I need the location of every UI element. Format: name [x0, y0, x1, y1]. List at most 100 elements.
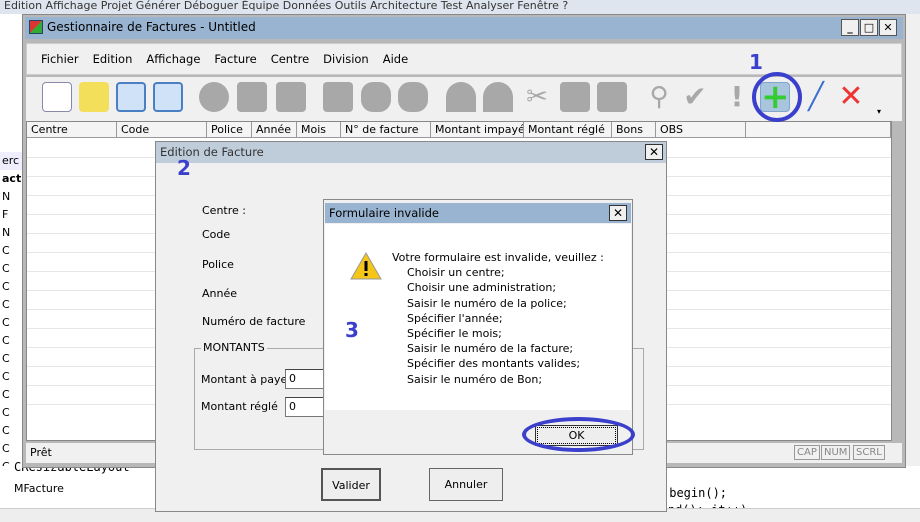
message-item: Choisir une administration;	[407, 281, 557, 295]
code-label: Code	[202, 228, 231, 241]
paste-icon	[597, 82, 627, 112]
menu-fichier[interactable]: Fichier	[41, 44, 79, 74]
column-header[interactable]: Montant réglé	[524, 122, 612, 138]
ide-tree-item[interactable]: N	[0, 224, 23, 242]
menu-aide[interactable]: Aide	[383, 44, 408, 74]
disabled-circle-icon	[199, 82, 229, 112]
scrl-indicator: SCRL	[853, 445, 885, 460]
ide-menu-bar: Edition Affichage Projet Générer Débogue…	[0, 0, 920, 14]
ide-tree-item[interactable]: C	[0, 260, 23, 278]
code-line: .begin();	[662, 486, 728, 500]
message-item: Saisir le numéro de la police;	[407, 296, 567, 310]
toolbar-overflow-icon[interactable]: ▾	[877, 107, 881, 116]
ide-tree-item[interactable]: C	[0, 278, 23, 296]
ide-tree-item[interactable]: erc	[0, 152, 23, 170]
redo-icon	[483, 82, 513, 112]
warning-icon	[350, 252, 382, 280]
police-label: Police	[202, 258, 234, 271]
numero-facture-label: Numéro de facture	[202, 315, 306, 328]
menu-affichage[interactable]: Affichage	[146, 44, 200, 74]
column-header[interactable]: Année	[252, 122, 297, 138]
message-item: Spécifier le mois;	[407, 327, 502, 341]
cap-indicator: CAP	[794, 445, 820, 460]
save-as-icon[interactable]	[153, 82, 183, 112]
ide-tree-item[interactable]: C	[0, 386, 23, 404]
ide-tree-item[interactable]: C	[0, 296, 23, 314]
message-heading: Votre formulaire est invalide, veuillez …	[392, 251, 604, 264]
messagebox-body: Votre formulaire est invalide, veuillez …	[325, 224, 631, 410]
annotation-1: 1	[749, 50, 763, 74]
column-header[interactable]: N° de facture	[341, 122, 431, 138]
column-header[interactable]: OBS	[656, 122, 746, 138]
annuler-button[interactable]: Annuler	[429, 468, 503, 501]
check-icon: ✔	[683, 80, 707, 113]
annee-label: Année	[202, 287, 238, 300]
close-button[interactable]: ✕	[645, 144, 663, 160]
column-header[interactable]: Mois	[297, 122, 341, 138]
close-button[interactable]: ✕	[879, 19, 897, 36]
ide-tree-item[interactable]: C	[0, 422, 23, 440]
menu-centre[interactable]: Centre	[271, 44, 309, 74]
valider-button[interactable]: Valider	[321, 468, 381, 501]
title-bar: Gestionnaire de Factures - Untitled _ □ …	[25, 17, 903, 39]
message-item: Choisir un centre;	[407, 266, 505, 280]
status-text: Prêt	[30, 446, 52, 459]
disabled-tool-icon	[398, 82, 428, 112]
disabled-print-icon	[323, 82, 353, 112]
column-header[interactable]: Montant impayé	[431, 122, 524, 138]
disabled-tool-icon	[361, 82, 391, 112]
tree-item[interactable]: MFacture	[14, 482, 64, 495]
maximize-button[interactable]: □	[860, 19, 878, 36]
menu-bar: Fichier Edition Affichage Facture Centre Divi…	[26, 43, 902, 75]
minimize-button[interactable]: _	[841, 19, 859, 36]
close-button[interactable]: ✕	[609, 205, 627, 221]
menu-facture[interactable]: Facture	[214, 44, 256, 74]
ide-tree-item[interactable]: C	[0, 404, 23, 422]
column-header[interactable]: Code	[117, 122, 207, 138]
info-icon: !	[730, 80, 744, 113]
copy-icon	[560, 82, 590, 112]
app-icon	[29, 20, 43, 34]
num-indicator: NUM	[821, 445, 851, 460]
messagebox-title: Formulaire invalide	[325, 203, 631, 223]
menu-division[interactable]: Division	[323, 44, 369, 74]
new-document-icon[interactable]	[42, 82, 72, 112]
cut-icon: ✂	[526, 82, 548, 112]
ide-tree-item[interactable]: C	[0, 242, 23, 260]
message-item: Saisir le numéro de Bon;	[407, 372, 543, 386]
ide-tree-item[interactable]: C	[0, 350, 23, 368]
open-folder-icon[interactable]	[79, 82, 109, 112]
ide-tree-item[interactable]: act	[0, 170, 23, 188]
disabled-doc-icon	[276, 82, 306, 112]
ide-side-panel: ercactNFNCCCCCCCCCCCCC	[0, 14, 24, 522]
menu-edition[interactable]: Edition	[93, 44, 133, 74]
column-header[interactable]	[746, 122, 891, 138]
annotation-circle-add	[752, 72, 802, 122]
ide-tree-item[interactable]: C	[0, 368, 23, 386]
annotation-2: 2	[177, 156, 191, 180]
ide-tree-item[interactable]: N	[0, 188, 23, 206]
delete-icon[interactable]: ✕	[836, 82, 866, 112]
ide-tree-item[interactable]: F	[0, 206, 23, 224]
column-header[interactable]: Centre	[27, 122, 117, 138]
message-item: Spécifier des montants valides;	[407, 357, 581, 371]
column-header[interactable]: Police	[207, 122, 252, 138]
window-title: Gestionnaire de Factures - Untitled	[47, 20, 256, 34]
ide-tree-item[interactable]: C	[0, 314, 23, 332]
disabled-square-icon	[237, 82, 267, 112]
montant-a-payer-input[interactable]: 0	[285, 369, 325, 389]
annotation-3: 3	[345, 318, 359, 342]
annotation-ellipse-ok	[522, 417, 635, 452]
montant-a-payer-label: Montant à payer	[201, 373, 292, 386]
edit-pen-icon[interactable]: ╱	[801, 82, 831, 112]
ide-tree-item[interactable]: C	[0, 332, 23, 350]
save-icon[interactable]	[116, 82, 146, 112]
montant-regle-input[interactable]: 0	[285, 397, 325, 417]
column-header[interactable]: Bons	[612, 122, 656, 138]
centre-label: Centre :	[202, 204, 246, 217]
message-item: Saisir le numéro de la facture;	[407, 342, 574, 356]
ide-tree-item[interactable]: C	[0, 440, 23, 458]
message-item: Spécifier l'année;	[407, 311, 503, 325]
dialog-title: Edition de Facture	[156, 142, 666, 163]
undo-icon	[446, 82, 476, 112]
